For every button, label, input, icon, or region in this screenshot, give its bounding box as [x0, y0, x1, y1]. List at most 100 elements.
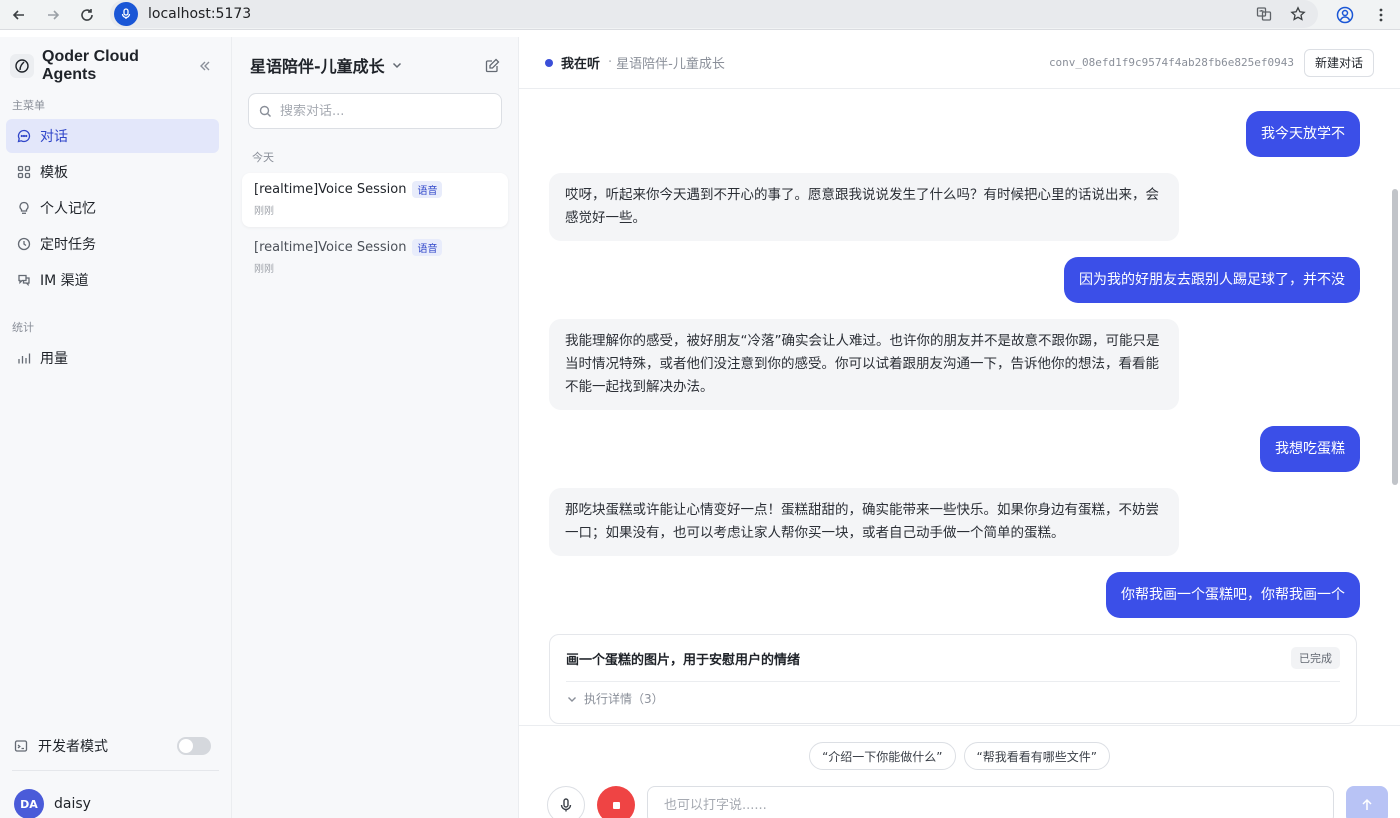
sidebar-item-label: 对话	[40, 129, 68, 145]
terminal-icon	[14, 738, 30, 754]
avatar: DA	[14, 789, 44, 818]
composer: “介绍一下你能做什么” “帮我看看有哪些文件”	[519, 725, 1400, 818]
message-input[interactable]	[647, 786, 1334, 818]
voice-badge: 语音	[412, 239, 443, 256]
user-bubble: 我想吃蛋糕	[1260, 426, 1360, 472]
date-group-label: 今天	[252, 151, 274, 164]
execution-details-toggle[interactable]: 执行详情（3）	[566, 690, 1340, 707]
translate-icon[interactable]	[1254, 4, 1274, 24]
url-text: localhost:5173	[148, 6, 252, 22]
search-box[interactable]	[248, 93, 502, 129]
conversation-item[interactable]: [realtime]Voice Session 语音 刚刚	[242, 231, 508, 285]
sidebar-item-im-channels[interactable]: IM 渠道	[6, 263, 219, 297]
chat-header: 我在听 · 星语陪伴-儿童成长 conv_08efd1f9c9574f4ab28…	[519, 37, 1400, 89]
grid-icon	[16, 164, 32, 180]
address-bar[interactable]: localhost:5173	[110, 0, 1318, 28]
lightbulb-icon	[16, 200, 32, 216]
sidebar: Qoder Cloud Agents 主菜单 对话 模板 个人记忆 定时任务 I…	[0, 37, 232, 818]
collapse-sidebar-icon[interactable]	[195, 56, 215, 76]
user-bubble: 你帮我画一个蛋糕吧，你帮我画一个	[1106, 572, 1360, 618]
divider	[566, 681, 1340, 682]
brand: Qoder Cloud Agents	[0, 48, 231, 83]
assistant-message: 那吃块蛋糕或许能让心情变好一点！蛋糕甜甜的，确实能带来一些快乐。如果你身边有蛋糕…	[549, 488, 1360, 556]
assistant-message: 哎呀，听起来你今天遇到不开心的事了。愿意跟我说说发生了什么吗？有时候把心里的话说…	[549, 173, 1360, 241]
developer-mode-toggle[interactable]	[177, 737, 211, 755]
bar-chart-icon	[16, 350, 32, 366]
reload-icon[interactable]	[76, 4, 98, 26]
task-card: 画一个蛋糕的图片，用于安慰用户的情绪 已完成 执行详情（3）	[549, 634, 1357, 724]
developer-mode-label: 开发者模式	[38, 739, 108, 755]
clock-icon	[16, 236, 32, 252]
search-icon	[259, 105, 272, 118]
assistant-bubble: 哎呀，听起来你今天遇到不开心的事了。愿意跟我说说发生了什么吗？有时候把心里的话说…	[549, 173, 1179, 241]
header-agent-name: 星语陪伴-儿童成长	[616, 57, 725, 72]
voice-badge: 语音	[412, 181, 443, 198]
sidebar-item-label: IM 渠道	[40, 273, 89, 289]
suggestion-chip[interactable]: “帮我看看有哪些文件”	[963, 742, 1110, 770]
agent-title[interactable]: 星语陪伴-儿童成长	[250, 53, 385, 77]
conversation-time: 刚刚	[254, 206, 274, 217]
input-row	[547, 785, 1388, 818]
stats-label: 统计	[12, 321, 34, 334]
microphone-button[interactable]	[547, 786, 585, 818]
sidebar-item-label: 个人记忆	[40, 201, 96, 217]
developer-mode-row: 开发者模式	[0, 731, 231, 761]
sidebar-item-templates[interactable]: 模板	[6, 155, 219, 189]
back-icon[interactable]	[8, 4, 30, 26]
execution-details-label: 执行详情（3）	[584, 692, 664, 706]
new-chat-button[interactable]: 新建对话	[1303, 48, 1374, 77]
user-bubble: 因为我的好朋友去跟别人踢足球了，并不没	[1064, 257, 1360, 303]
user-message: 你帮我画一个蛋糕吧，你帮我画一个	[549, 572, 1360, 618]
sidebar-item-label: 模板	[40, 165, 68, 181]
divider	[12, 770, 219, 771]
forward-icon[interactable]	[42, 4, 64, 26]
user-message: 因为我的好朋友去跟别人踢足球了，并不没	[549, 257, 1360, 303]
listening-status-dot	[545, 58, 553, 67]
sidebar-item-label: 定时任务	[40, 237, 96, 253]
assistant-message: 我能理解你的感受，被好朋友“冷落”确实会让人难过。也许你的朋友并不是故意不跟你踢…	[549, 319, 1360, 410]
more-menu-icon[interactable]	[1370, 4, 1392, 26]
user-profile[interactable]: DA daisy	[14, 787, 91, 818]
user-message: 我想吃蛋糕	[549, 426, 1360, 472]
chat-bubble-icon	[16, 128, 32, 144]
chat-panel: 我在听 · 星语陪伴-儿童成长 conv_08efd1f9c9574f4ab28…	[519, 37, 1400, 818]
assistant-bubble: 那吃块蛋糕或许能让心情变好一点！蛋糕甜甜的，确实能带来一些快乐。如果你身边有蛋糕…	[549, 488, 1179, 556]
header-separator: ·	[608, 55, 613, 70]
brand-name: Qoder Cloud Agents	[42, 48, 139, 83]
search-input[interactable]	[280, 103, 491, 119]
sidebar-item-chat[interactable]: 对话	[6, 119, 219, 153]
user-bubble: 我今天放学不	[1246, 111, 1360, 157]
suggestion-chip[interactable]: “介绍一下你能做什么”	[809, 742, 956, 770]
messages-icon	[16, 272, 32, 288]
main-menu-label: 主菜单	[12, 99, 45, 112]
sidebar-item-usage[interactable]: 用量	[6, 341, 219, 375]
listening-status: 我在听	[561, 57, 601, 72]
conversation-list-panel: 星语陪伴-儿童成长 今天 [realtime]Voice Session 语音 …	[232, 37, 519, 818]
task-message: 画一个蛋糕的图片，用于安慰用户的情绪 已完成 执行详情（3）	[549, 634, 1360, 724]
conversation-item[interactable]: [realtime]Voice Session 语音 刚刚	[242, 173, 508, 227]
profile-icon[interactable]	[1334, 4, 1356, 26]
task-title: 画一个蛋糕的图片，用于安慰用户的情绪	[566, 652, 801, 668]
user-name: daisy	[54, 796, 91, 812]
sidebar-item-memory[interactable]: 个人记忆	[6, 191, 219, 225]
conversation-time: 刚刚	[254, 264, 274, 275]
scrollbar-thumb[interactable]	[1392, 189, 1398, 485]
task-status-badge: 已完成	[1291, 647, 1340, 669]
browser-toolbar: localhost:5173	[0, 0, 1400, 30]
chevron-down-icon[interactable]	[391, 59, 403, 71]
new-conversation-edit-icon[interactable]	[485, 58, 500, 73]
conversation-name: [realtime]Voice Session	[254, 182, 407, 197]
chevron-down-icon	[566, 693, 578, 705]
stop-button[interactable]	[597, 786, 635, 818]
send-button[interactable]	[1346, 786, 1388, 818]
stop-icon	[612, 801, 620, 809]
conversation-name: [realtime]Voice Session	[254, 240, 407, 255]
sidebar-item-label: 用量	[40, 351, 68, 367]
bookmark-star-icon[interactable]	[1288, 4, 1308, 24]
microphone-icon[interactable]	[114, 2, 138, 26]
assistant-bubble: 我能理解你的感受，被好朋友“冷落”确实会让人难过。也许你的朋友并不是故意不跟你踢…	[549, 319, 1179, 410]
sidebar-item-scheduled-tasks[interactable]: 定时任务	[6, 227, 219, 261]
brand-logo-icon	[10, 54, 34, 78]
agent-header: 星语陪伴-儿童成长	[242, 37, 508, 93]
suggestion-chips: “介绍一下你能做什么” “帮我看看有哪些文件”	[519, 742, 1400, 770]
